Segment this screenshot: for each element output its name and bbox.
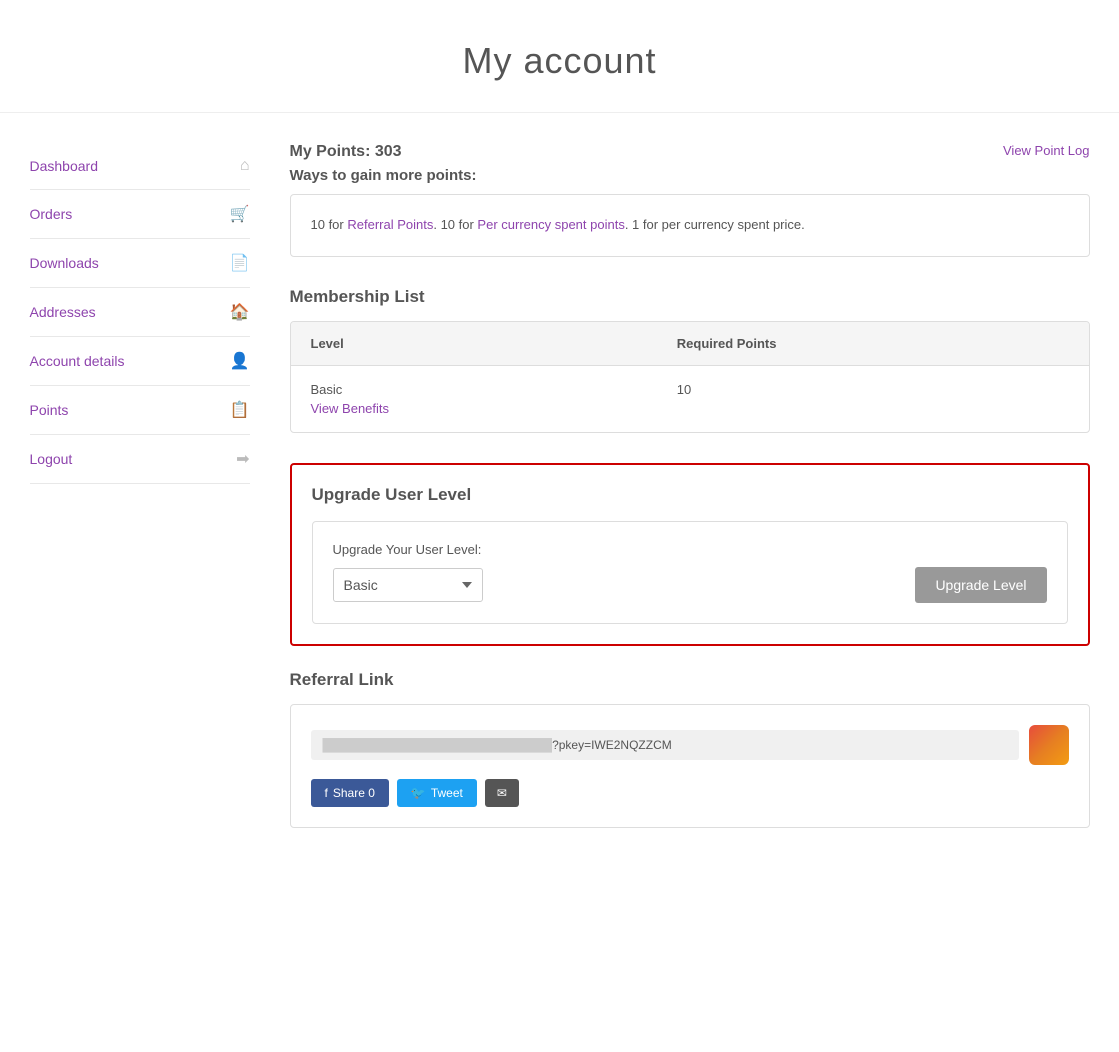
points-info-box: 10 for Referral Points. 10 for Per curre… bbox=[290, 194, 1090, 257]
sidebar-label-account-details: Account details bbox=[30, 353, 125, 369]
fb-label: Share 0 bbox=[333, 786, 375, 800]
per-currency-spent-link[interactable]: Per currency spent points bbox=[477, 217, 624, 232]
referral-title: Referral Link bbox=[290, 670, 1090, 690]
main-content: My Points: 303 Ways to gain more points:… bbox=[290, 143, 1090, 852]
view-point-log-link[interactable]: View Point Log bbox=[1003, 143, 1090, 158]
membership-table-header-row: Level Required Points bbox=[291, 322, 1089, 366]
sidebar-label-downloads: Downloads bbox=[30, 255, 99, 271]
addresses-icon: 🏠 bbox=[230, 302, 250, 322]
sidebar-item-downloads[interactable]: Downloads 📄 bbox=[30, 239, 250, 288]
referral-box: ███████████████████████████?pkey=IWE2NQZ… bbox=[290, 704, 1090, 828]
referral-url-blurred: ███████████████████████████ bbox=[323, 738, 553, 752]
facebook-share-button[interactable]: f Share 0 bbox=[311, 779, 389, 807]
referral-bookmark-icon bbox=[1029, 725, 1069, 765]
twitter-icon: 🐦 bbox=[411, 786, 426, 800]
sidebar-item-logout[interactable]: Logout ➡ bbox=[30, 435, 250, 484]
sidebar-label-dashboard: Dashboard bbox=[30, 158, 99, 174]
email-share-button[interactable]: ✉ bbox=[485, 779, 519, 807]
twitter-label: Tweet bbox=[431, 786, 463, 800]
sidebar-item-addresses[interactable]: Addresses 🏠 bbox=[30, 288, 250, 337]
points-info: My Points: 303 Ways to gain more points: bbox=[290, 143, 477, 184]
sidebar-item-dashboard[interactable]: Dashboard ⌂ bbox=[30, 143, 250, 190]
membership-table-head: Level Required Points bbox=[291, 322, 1089, 366]
referral-url-display: ███████████████████████████?pkey=IWE2NQZ… bbox=[311, 730, 1019, 760]
logout-icon: ➡ bbox=[236, 449, 249, 469]
referral-url-key: ?pkey=IWE2NQZZCM bbox=[552, 738, 672, 752]
account-details-icon: 👤 bbox=[230, 351, 250, 371]
upgrade-inner: Upgrade Your User Level: Basic Upgrade L… bbox=[312, 521, 1068, 624]
view-benefits-link[interactable]: View Benefits bbox=[311, 401, 637, 416]
sidebar-label-logout: Logout bbox=[30, 451, 73, 467]
sidebar-label-addresses: Addresses bbox=[30, 304, 96, 320]
sidebar-item-orders[interactable]: Orders 🛒 bbox=[30, 190, 250, 239]
table-row: Basic View Benefits 10 bbox=[291, 365, 1089, 432]
twitter-tweet-button[interactable]: 🐦 Tweet bbox=[397, 779, 477, 807]
dashboard-icon: ⌂ bbox=[240, 157, 250, 175]
page-title: My account bbox=[20, 40, 1099, 82]
upgrade-section-title: Upgrade User Level bbox=[312, 485, 1068, 505]
referral-section: Referral Link ██████████████████████████… bbox=[290, 670, 1090, 828]
membership-table-wrapper: Level Required Points Basic View Benefit… bbox=[290, 321, 1090, 433]
membership-table-body: Basic View Benefits 10 bbox=[291, 365, 1089, 432]
points-icon: 📋 bbox=[230, 400, 250, 420]
points-info-text: 10 for Referral Points. 10 for Per curre… bbox=[311, 217, 805, 232]
upgrade-section: Upgrade User Level Upgrade Your User Lev… bbox=[290, 463, 1090, 646]
membership-section: Membership List Level Required Points Ba… bbox=[290, 287, 1090, 433]
downloads-icon: 📄 bbox=[230, 253, 250, 273]
membership-table: Level Required Points Basic View Benefit… bbox=[291, 322, 1089, 432]
col-required-points: Required Points bbox=[657, 322, 1089, 366]
ways-label: Ways to gain more points: bbox=[290, 167, 477, 184]
points-section: My Points: 303 Ways to gain more points:… bbox=[290, 143, 1090, 257]
points-header: My Points: 303 Ways to gain more points:… bbox=[290, 143, 1090, 184]
fb-icon: f bbox=[325, 786, 328, 800]
upgrade-label: Upgrade Your User Level: bbox=[333, 542, 1047, 557]
my-points-label: My Points: 303 bbox=[290, 143, 477, 161]
level-name: Basic bbox=[311, 382, 343, 397]
upgrade-controls: Basic Upgrade Level bbox=[333, 567, 1047, 603]
level-cell: Basic View Benefits bbox=[291, 365, 657, 432]
referral-points-link[interactable]: Referral Points bbox=[347, 217, 433, 232]
orders-icon: 🛒 bbox=[230, 204, 250, 224]
social-buttons: f Share 0 🐦 Tweet ✉ bbox=[311, 779, 1069, 807]
sidebar: Dashboard ⌂ Orders 🛒 Downloads 📄 Address… bbox=[30, 143, 250, 852]
page-header: My account bbox=[0, 0, 1119, 113]
col-level: Level bbox=[291, 322, 657, 366]
upgrade-select[interactable]: Basic bbox=[333, 568, 483, 602]
referral-link-row: ███████████████████████████?pkey=IWE2NQZ… bbox=[311, 725, 1069, 765]
sidebar-label-orders: Orders bbox=[30, 206, 73, 222]
sidebar-item-account-details[interactable]: Account details 👤 bbox=[30, 337, 250, 386]
membership-title: Membership List bbox=[290, 287, 1090, 307]
required-points-cell: 10 bbox=[657, 365, 1089, 432]
sidebar-item-points[interactable]: Points 📋 bbox=[30, 386, 250, 435]
sidebar-label-points: Points bbox=[30, 402, 69, 418]
upgrade-level-button[interactable]: Upgrade Level bbox=[915, 567, 1046, 603]
email-icon: ✉ bbox=[497, 786, 507, 800]
